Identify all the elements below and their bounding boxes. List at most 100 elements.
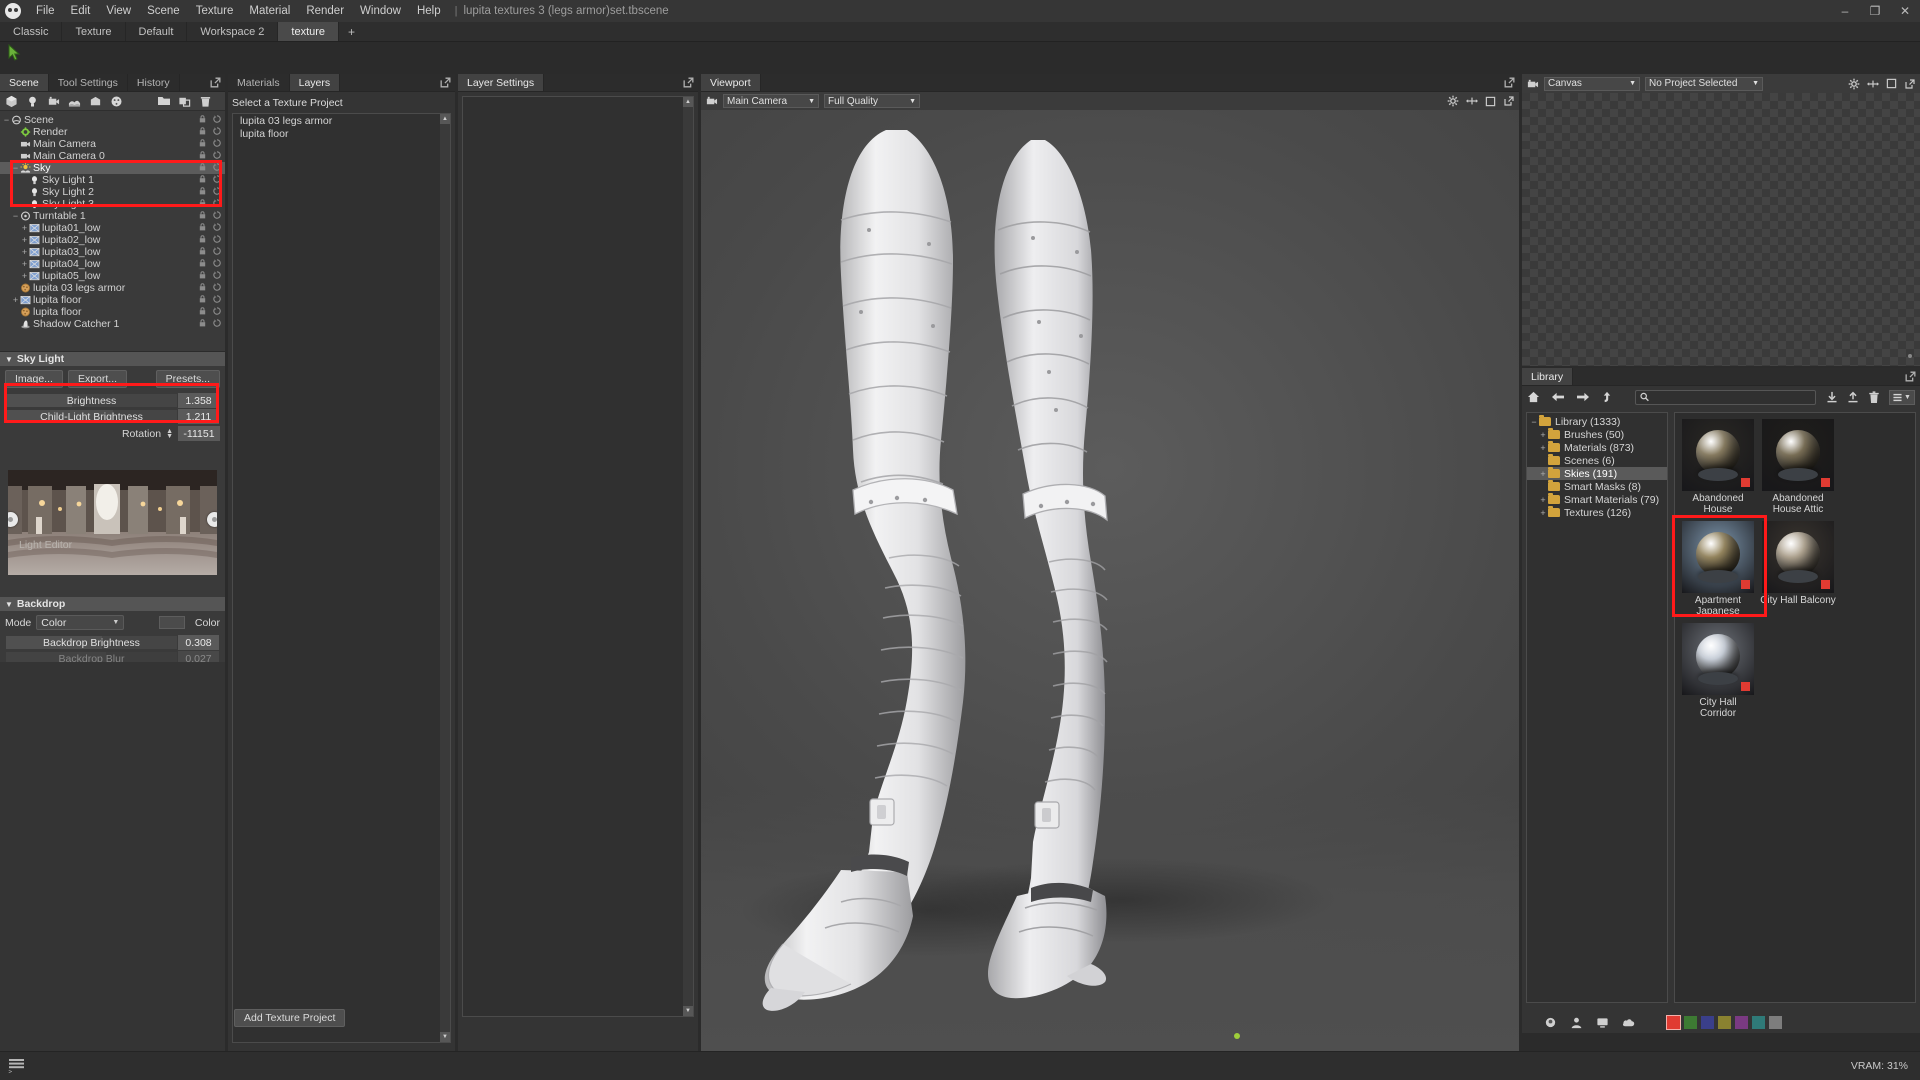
scene-tree-row[interactable]: + lupita04_low (0, 258, 225, 270)
scene-tree-row[interactable]: Render (0, 126, 225, 138)
brightness-slider[interactable]: Brightness 1.358 (5, 393, 220, 408)
library-asset-thumbnail[interactable] (1682, 419, 1754, 491)
collapse-icon[interactable]: − (1529, 417, 1539, 427)
library-asset-cell[interactable]: Abandoned House Attic (1759, 417, 1837, 517)
duplicate-icon[interactable] (176, 93, 193, 109)
library-tree-row[interactable]: + Brushes (50) (1527, 428, 1667, 441)
back-arrow-icon[interactable] (1551, 391, 1565, 403)
visibility-icon[interactable] (213, 151, 221, 161)
scroll-up-icon[interactable]: ▲ (440, 114, 450, 124)
gear-icon[interactable] (1848, 78, 1860, 90)
popout-icon[interactable] (209, 76, 222, 89)
visibility-icon[interactable] (213, 115, 221, 125)
scroll-down-icon[interactable]: ▼ (683, 1006, 693, 1016)
expand-icon[interactable]: + (1538, 508, 1548, 518)
library-color-swatch[interactable] (1718, 1015, 1731, 1029)
cloud-download-badge[interactable] (1741, 580, 1750, 589)
frame-icon[interactable] (1485, 96, 1496, 107)
child-light-brightness-slider[interactable]: Child-Light Brightness 1.211 (5, 409, 220, 424)
viewport-3d-canvas[interactable] (701, 110, 1519, 1051)
lock-icon[interactable] (199, 139, 206, 149)
lock-icon[interactable] (199, 127, 206, 137)
scroll-up-icon[interactable]: ▲ (683, 97, 693, 107)
library-tree-row[interactable]: − Library (1333) (1527, 415, 1667, 428)
home-icon[interactable] (1527, 391, 1540, 403)
frame-icon[interactable] (1886, 78, 1897, 89)
library-asset-thumbnail[interactable] (1682, 623, 1754, 695)
cloud-download-badge[interactable] (1741, 682, 1750, 691)
sky-light-section-header[interactable]: ▼ Sky Light (0, 352, 225, 366)
cloud-icon[interactable] (1622, 1017, 1636, 1028)
scene-tree[interactable]: − Scene Render Main Camera Main Camera 0 − Sky… (0, 112, 225, 351)
up-level-icon[interactable] (1601, 391, 1613, 403)
visibility-icon[interactable] (213, 187, 221, 197)
account-icon[interactable] (1570, 1016, 1583, 1029)
library-tree-row[interactable]: + Textures (126) (1527, 506, 1667, 519)
library-asset-cell[interactable]: City Hall Balcony (1759, 519, 1837, 619)
popout-icon[interactable] (1904, 78, 1916, 90)
library-tree-row[interactable]: + Smart Materials (79) (1527, 493, 1667, 506)
add-sky-icon[interactable] (66, 93, 83, 109)
cloud-download-badge[interactable] (1821, 580, 1830, 589)
cloud-asset-icon[interactable] (1544, 1016, 1557, 1029)
backdrop-brightness-slider[interactable]: Backdrop Brightness 0.308 (5, 635, 220, 650)
lock-icon[interactable] (199, 271, 206, 281)
tab-scene[interactable]: Scene (0, 74, 49, 91)
tab-library[interactable]: Library (1522, 368, 1574, 385)
library-tree-row[interactable]: + Skies (191) (1527, 467, 1667, 480)
scene-tree-row[interactable]: + lupita01_low (0, 222, 225, 234)
lock-icon[interactable] (199, 199, 206, 209)
tab-materials[interactable]: Materials (228, 74, 290, 91)
cloud-download-badge[interactable] (1821, 478, 1830, 487)
library-view-mode-button[interactable]: ▼ (1889, 389, 1915, 405)
viewport-quality-select[interactable]: Full Quality ▼ (824, 94, 920, 108)
lock-icon[interactable] (199, 247, 206, 257)
canvas-project-select[interactable]: No Project Selected ▼ (1645, 76, 1763, 91)
collapse-icon[interactable]: − (11, 163, 20, 173)
scroll-down-icon[interactable]: ▼ (440, 1032, 450, 1042)
popout-icon[interactable] (1904, 370, 1917, 383)
scene-tree-row[interactable]: + lupita03_low (0, 246, 225, 258)
library-search-box[interactable] (1635, 389, 1816, 405)
layer-settings-scrollbar[interactable]: ▲ ▼ (683, 97, 693, 1016)
tab-layer-settings[interactable]: Layer Settings (458, 74, 545, 91)
popout-icon[interactable] (682, 76, 695, 89)
expand-icon[interactable]: + (1538, 430, 1548, 440)
library-color-swatch[interactable] (1769, 1015, 1782, 1029)
library-asset-thumbnail[interactable] (1762, 419, 1834, 491)
scene-tree-row[interactable]: lupita 03 legs armor (0, 282, 225, 294)
workspace-tab-workspace2[interactable]: Workspace 2 (187, 22, 279, 41)
expand-icon[interactable]: + (20, 223, 29, 233)
backdrop-brightness-value[interactable]: 0.308 (177, 635, 219, 650)
scene-tree-row[interactable]: − Turntable 1 (0, 210, 225, 222)
viewport-camera-select[interactable]: Main Camera ▼ (723, 94, 819, 108)
library-asset-grid[interactable]: Abandoned House Abandoned House Attic Apar… (1674, 412, 1916, 1003)
library-tree-row[interactable]: Smart Masks (8) (1527, 480, 1667, 493)
sky-rotation-handle-right[interactable] (207, 512, 217, 527)
add-texture-project-button[interactable]: Add Texture Project (234, 1009, 346, 1027)
scene-tree-row[interactable]: Sky Light 1 (0, 174, 225, 186)
workspace-tab-texture[interactable]: Texture (62, 22, 126, 41)
visibility-icon[interactable] (213, 199, 221, 209)
visibility-icon[interactable] (213, 163, 221, 173)
visibility-icon[interactable] (213, 139, 221, 149)
library-color-swatch[interactable] (1666, 1014, 1681, 1030)
library-color-swatch[interactable] (1752, 1015, 1765, 1029)
scene-tree-row[interactable]: lupita floor (0, 306, 225, 318)
add-object-icon[interactable] (87, 93, 104, 109)
scene-tree-row[interactable]: + lupita floor (0, 294, 225, 306)
collapse-icon[interactable]: − (2, 115, 11, 125)
maximize-button[interactable]: ❐ (1860, 0, 1890, 22)
lock-icon[interactable] (199, 223, 206, 233)
scene-tree-row[interactable]: Main Camera 0 (0, 150, 225, 162)
scene-tree-row[interactable]: − Sky (0, 162, 225, 174)
menu-edit[interactable]: Edit (63, 2, 99, 20)
library-color-filters[interactable] (1666, 1014, 1782, 1030)
menu-help[interactable]: Help (409, 2, 449, 20)
list-item[interactable]: lupita 03 legs armor (233, 114, 450, 127)
library-color-swatch[interactable] (1684, 1015, 1697, 1029)
scene-tree-row[interactable]: − Scene (0, 114, 225, 126)
library-tree-row[interactable]: Scenes (6) (1527, 454, 1667, 467)
library-tree-row[interactable]: + Materials (873) (1527, 441, 1667, 454)
child-light-brightness-value[interactable]: 1.211 (177, 409, 219, 424)
